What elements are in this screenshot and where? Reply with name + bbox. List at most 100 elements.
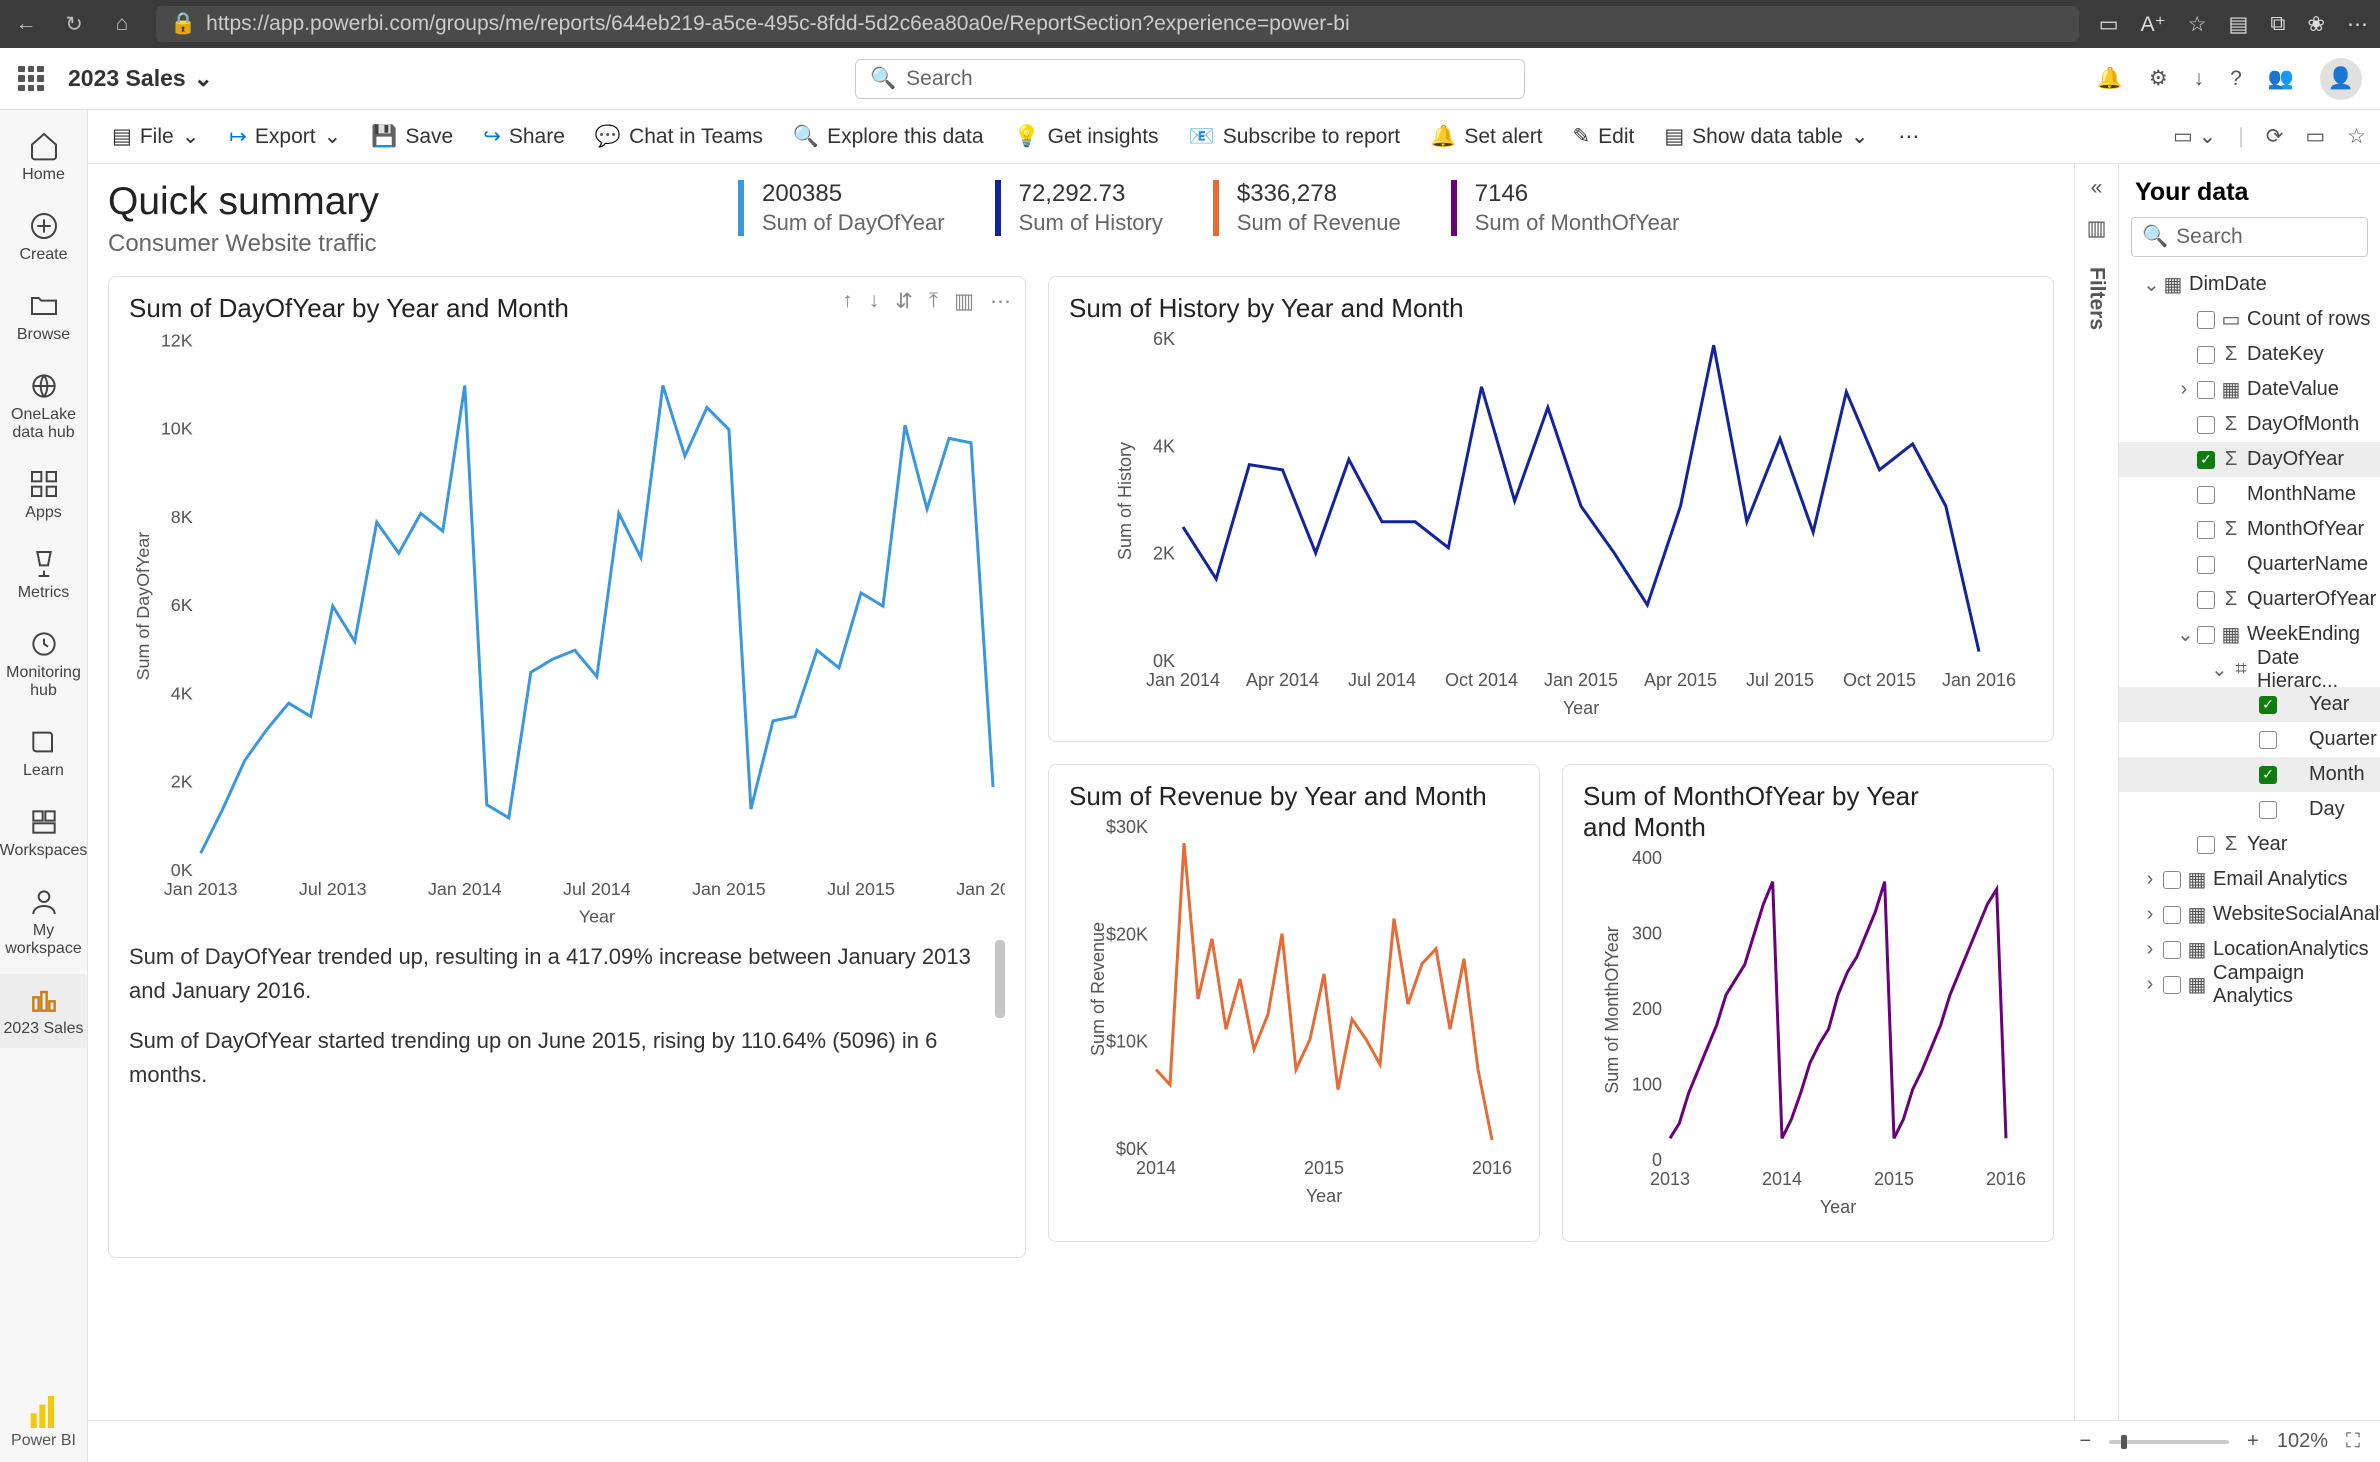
- checkbox[interactable]: [2163, 976, 2181, 994]
- nav-workspaces[interactable]: Workspaces: [0, 796, 87, 870]
- checkbox[interactable]: ✓: [2259, 696, 2277, 714]
- edit-button[interactable]: ✎Edit: [1563, 118, 1645, 155]
- insights-button[interactable]: 💡Get insights: [1004, 119, 1169, 155]
- checkbox[interactable]: ✓: [2259, 766, 2277, 784]
- field-row[interactable]: QuarterName: [2119, 547, 2380, 582]
- nav-learn[interactable]: Learn: [0, 716, 87, 790]
- collections-icon[interactable]: ▤: [2229, 12, 2249, 37]
- checkbox[interactable]: [2197, 381, 2215, 399]
- nav-monitoring[interactable]: Monitoring hub: [0, 618, 87, 710]
- breadcrumb[interactable]: 2023 Sales ⌄: [68, 65, 213, 92]
- url-bar[interactable]: 🔒 https://app.powerbi.com/groups/me/repo…: [156, 6, 2079, 42]
- nav-onelake[interactable]: OneLake data hub: [0, 360, 87, 452]
- checkbox[interactable]: [2197, 591, 2215, 609]
- field-row[interactable]: ΣQuarterOfYear: [2119, 582, 2380, 617]
- checkbox[interactable]: [2197, 346, 2215, 364]
- read-aloud-icon[interactable]: A⁺: [2141, 12, 2166, 37]
- checkbox[interactable]: [2197, 626, 2215, 644]
- checkbox[interactable]: [2197, 556, 2215, 574]
- chat-teams-button[interactable]: 💬Chat in Teams: [585, 119, 773, 155]
- datatable-button[interactable]: ▤Show data table⌄: [1654, 118, 1878, 155]
- zoom-out-button[interactable]: −: [2079, 1430, 2091, 1453]
- field-row[interactable]: ⌄▦DimDate: [2119, 267, 2380, 302]
- chart-card-history[interactable]: Sum of History by Year and Month 0K2K4K6…: [1048, 276, 2054, 742]
- browser-back[interactable]: ←: [12, 10, 40, 38]
- zoom-slider[interactable]: [2109, 1440, 2229, 1444]
- notifications-icon[interactable]: 🔔: [2097, 67, 2123, 91]
- settings-icon[interactable]: ⚙: [2149, 66, 2168, 91]
- more-icon[interactable]: ⋯: [2347, 12, 2368, 37]
- nav-myworkspace[interactable]: My workspace: [0, 876, 87, 968]
- alert-button[interactable]: 🔔Set alert: [1420, 119, 1552, 155]
- field-row[interactable]: ΣYear: [2119, 827, 2380, 862]
- field-row[interactable]: ✓Year: [2119, 687, 2380, 722]
- field-row[interactable]: ›▦Email Analytics: [2119, 862, 2380, 897]
- checkbox[interactable]: [2197, 486, 2215, 504]
- field-row[interactable]: ›▦Campaign Analytics: [2119, 967, 2380, 1002]
- download-icon[interactable]: ↓: [2194, 67, 2205, 91]
- field-row[interactable]: ΣDayOfMonth: [2119, 407, 2380, 442]
- copilot-icon[interactable]: ❀: [2307, 12, 2325, 37]
- checkbox[interactable]: [2197, 311, 2215, 329]
- refresh-button[interactable]: ⟳: [2266, 124, 2284, 149]
- checkbox[interactable]: [2259, 801, 2277, 819]
- fit-page-button[interactable]: ⛶: [2346, 1430, 2360, 1453]
- save-button[interactable]: 💾Save: [361, 119, 463, 155]
- share-button[interactable]: ↪Share: [473, 118, 575, 155]
- nav-browse[interactable]: Browse: [0, 280, 87, 354]
- filter-icon[interactable]: ▥: [954, 289, 974, 314]
- chart-card-revenue[interactable]: Sum of Revenue by Year and Month $0K$10K…: [1048, 764, 1540, 1242]
- field-row[interactable]: ✓Month: [2119, 757, 2380, 792]
- scrollbar[interactable]: [995, 940, 1005, 1110]
- nav-home[interactable]: Home: [0, 120, 87, 194]
- field-row[interactable]: ⌄⌗Date Hierarc...: [2119, 652, 2380, 687]
- checkbox[interactable]: [2163, 941, 2181, 959]
- checkbox[interactable]: [2163, 871, 2181, 889]
- drillup-icon[interactable]: ↑: [842, 289, 853, 314]
- field-row[interactable]: ▭Count of rows: [2119, 302, 2380, 337]
- overflow-button[interactable]: ⋯: [1888, 118, 1929, 155]
- chart-card-monthofyear[interactable]: Sum of MonthOfYear by Year and Month 010…: [1562, 764, 2054, 1242]
- avatar[interactable]: 👤: [2320, 58, 2362, 100]
- powerbi-logo[interactable]: Power BI: [11, 1384, 76, 1462]
- people-icon[interactable]: 👥: [2268, 67, 2294, 91]
- field-row[interactable]: Day: [2119, 792, 2380, 827]
- view-mode-button[interactable]: ▭ ⌄: [2173, 124, 2216, 149]
- help-icon[interactable]: ?: [2230, 67, 2242, 91]
- bookmark-button[interactable]: ▭: [2305, 124, 2325, 149]
- expand-icon[interactable]: ⇵: [895, 289, 913, 314]
- checkbox[interactable]: ✓: [2197, 451, 2215, 469]
- file-menu[interactable]: ▤File⌄: [102, 118, 209, 155]
- zoom-in-button[interactable]: +: [2247, 1430, 2259, 1453]
- chart-card-dayofyear[interactable]: Sum of DayOfYear by Year and Month ↑ ↓ ⇵…: [108, 276, 1026, 1258]
- extensions-icon[interactable]: ⧉: [2270, 12, 2285, 36]
- field-row[interactable]: ΣMonthOfYear: [2119, 512, 2380, 547]
- more-icon[interactable]: ⋯: [990, 289, 1011, 314]
- star-button[interactable]: ☆: [2347, 124, 2366, 149]
- field-row[interactable]: MonthName: [2119, 477, 2380, 512]
- filters-rail[interactable]: « ▥ Filters: [2074, 164, 2118, 1420]
- search-input[interactable]: 🔍 Search: [855, 59, 1525, 99]
- browser-home[interactable]: ⌂: [108, 10, 136, 38]
- nav-create[interactable]: Create: [0, 200, 87, 274]
- data-search-input[interactable]: 🔍 Search: [2131, 217, 2368, 257]
- checkbox[interactable]: [2197, 416, 2215, 434]
- nav-2023-sales[interactable]: 2023 Sales: [0, 974, 87, 1048]
- nav-metrics[interactable]: Metrics: [0, 538, 87, 612]
- field-row[interactable]: ›▦WebsiteSocialAnalytics: [2119, 897, 2380, 932]
- subscribe-button[interactable]: 📧Subscribe to report: [1179, 119, 1411, 155]
- favorite-icon[interactable]: ☆: [2188, 12, 2207, 37]
- explore-button[interactable]: 🔍Explore this data: [783, 119, 994, 155]
- field-row[interactable]: ✓ΣDayOfYear: [2119, 442, 2380, 477]
- collapse-icon[interactable]: «: [2091, 176, 2103, 200]
- browser-refresh[interactable]: ↻: [60, 10, 88, 38]
- checkbox[interactable]: [2197, 836, 2215, 854]
- export-menu[interactable]: ↦Export⌄: [219, 118, 351, 155]
- field-row[interactable]: Quarter: [2119, 722, 2380, 757]
- nav-apps[interactable]: Apps: [0, 458, 87, 532]
- next-level-icon[interactable]: ⤒: [929, 289, 938, 314]
- drilldown-icon[interactable]: ↓: [869, 289, 880, 314]
- field-row[interactable]: ΣDateKey: [2119, 337, 2380, 372]
- field-row[interactable]: ›▦DateValue: [2119, 372, 2380, 407]
- checkbox[interactable]: [2259, 731, 2277, 749]
